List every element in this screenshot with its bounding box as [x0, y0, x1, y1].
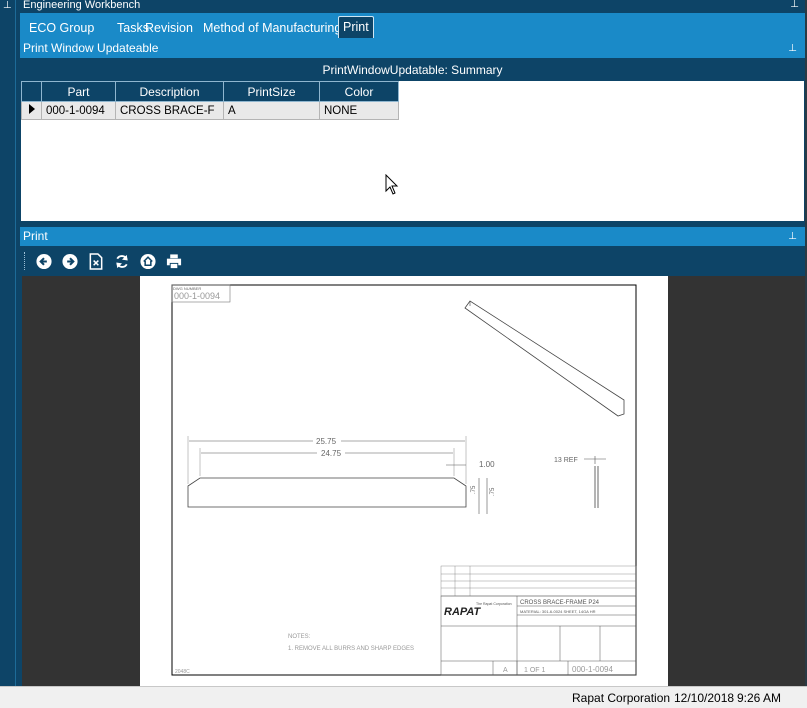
tab-eco-group[interactable]: ECO Group [25, 18, 98, 38]
print-icon[interactable] [165, 253, 183, 270]
company-block: The Rapat Corporation [476, 602, 512, 606]
status-time: 9:26 AM [737, 691, 782, 705]
refresh-icon[interactable] [113, 253, 131, 270]
notes-title: NOTES: [288, 634, 311, 640]
print-window-panel-header: Print Window Updateable ⊥ [20, 39, 805, 58]
engineering-drawing: DWG NUMBER 000-1-0094 25.75 24.75 1.00 .… [171, 284, 637, 676]
dim-ref: 13 REF [554, 457, 578, 464]
size-value: A [503, 667, 508, 674]
cell-printsize[interactable]: A [223, 101, 320, 120]
status-bar: Rapat Corporation 12/10/2018 9:26 AM [0, 686, 807, 708]
column-header-description[interactable]: Description [115, 81, 224, 102]
pin-icon[interactable]: ⊥ [790, 0, 799, 10]
dim-inner: 24.75 [321, 449, 342, 458]
workbench-title: Engineering Workbench [23, 0, 141, 11]
dim-end: 1.00 [479, 460, 495, 469]
pin-icon[interactable]: ⊥ [3, 0, 12, 11]
print-panel-header: Print ⊥ [20, 227, 805, 246]
print-viewer[interactable]: DWG NUMBER 000-1-0094 25.75 24.75 1.00 .… [22, 276, 805, 686]
workbench-title-bar: Engineering Workbench ⊥ [20, 0, 805, 12]
tab-print[interactable]: Print [338, 16, 374, 38]
panel-title: Print Window Updateable [23, 41, 159, 55]
panel-title: Print [23, 229, 48, 243]
cell-description[interactable]: CROSS BRACE-F [115, 101, 224, 120]
material-note: MATERIAL: 301-6-0024 SHEET, 14GA HR [520, 609, 596, 614]
corner-label: 2048C [175, 669, 190, 675]
company-logo: RAPAT [444, 606, 482, 618]
summary-grid-panel: PrintWindowUpdatable: Summary Part Descr… [20, 58, 805, 222]
grid-caption: PrintWindowUpdatable: Summary [21, 59, 804, 81]
cell-part[interactable]: 000-1-0094 [41, 101, 116, 120]
status-company: Rapat Corporation [572, 691, 671, 705]
dim-height-a: .75 [471, 485, 477, 494]
dim-overall: 25.75 [316, 437, 337, 446]
note-1: 1. REMOVE ALL BURRS AND SHARP EDGES [288, 646, 414, 652]
row-selector-header [21, 81, 42, 102]
home-icon[interactable] [139, 253, 157, 270]
back-icon[interactable] [35, 253, 53, 270]
column-header-part[interactable]: Part [41, 81, 116, 102]
column-header-color[interactable]: Color [319, 81, 399, 102]
toolbar-grip[interactable] [24, 252, 26, 270]
drawing-title: CROSS BRACE-FRAME P24 [520, 600, 600, 606]
pin-icon[interactable]: ⊥ [788, 227, 797, 246]
pin-icon[interactable]: ⊥ [788, 39, 797, 58]
tab-method-of-manufacturing[interactable]: Method of Manufacturing [199, 18, 345, 38]
sheet-value: 1 OF 1 [524, 667, 546, 674]
table-row[interactable]: 000-1-0094 CROSS BRACE-F A NONE [21, 101, 399, 120]
print-toolbar [20, 246, 805, 276]
tab-bar: ECO Group Tasks Revision Method of Manuf… [20, 12, 805, 39]
dim-height-b: .75 [490, 487, 496, 496]
column-header-printsize[interactable]: PrintSize [223, 81, 320, 102]
status-date: 12/10/2018 [674, 691, 735, 705]
summary-grid: Part Description PrintSize Color 000-1-0… [21, 81, 399, 120]
tab-revision[interactable]: Revision [141, 18, 197, 38]
forward-icon[interactable] [61, 253, 79, 270]
left-dock-strip: ⊥ [0, 0, 16, 686]
mouse-cursor-icon [385, 174, 399, 195]
cell-color[interactable]: NONE [319, 101, 399, 120]
drawing-sheet: DWG NUMBER 000-1-0094 25.75 24.75 1.00 .… [140, 276, 668, 686]
row-selector[interactable] [21, 101, 42, 120]
drawing-number-box: 000-1-0094 [572, 665, 613, 674]
close-document-icon[interactable] [87, 253, 105, 270]
dwg-number-corner: 000-1-0094 [174, 291, 220, 301]
current-row-arrow-icon [28, 104, 35, 114]
